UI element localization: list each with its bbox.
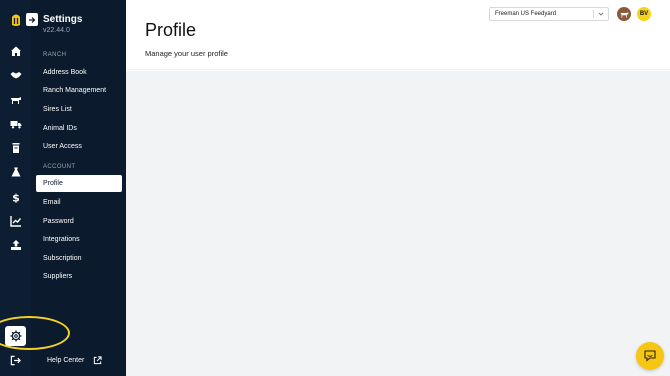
settings-button[interactable]: [5, 326, 26, 346]
gear-icon: [10, 330, 21, 342]
feed-bin-icon[interactable]: [8, 140, 23, 155]
help-center-label: Help Center: [47, 357, 85, 364]
icon-rail: $: [0, 0, 31, 376]
section-label-account: ACCOUNT: [43, 164, 76, 170]
truck-icon[interactable]: [8, 116, 23, 131]
page-subtitle: Manage your user profile: [145, 49, 228, 58]
handshake-icon[interactable]: [8, 67, 23, 82]
app-version: v22.44.0: [43, 27, 70, 34]
sidebar-title: Settings: [43, 14, 83, 25]
svg-text:$: $: [12, 191, 20, 203]
menu-item-animal-ids[interactable]: Animal IDs: [43, 125, 77, 132]
arrow-right-icon: [29, 16, 36, 23]
cattle-icon[interactable]: [8, 92, 23, 107]
feedyard-select-value: Freeman US Feedyard: [495, 11, 557, 17]
menu-item-password[interactable]: Password: [43, 218, 74, 225]
dollar-icon[interactable]: $: [8, 189, 23, 204]
bag-icon[interactable]: [8, 164, 23, 179]
menu-item-ranch-management[interactable]: Ranch Management: [43, 87, 106, 94]
menu-item-sires-list[interactable]: Sires List: [43, 106, 72, 113]
chat-icon: [644, 350, 656, 362]
home-icon[interactable]: [8, 43, 23, 58]
logo-icon: [12, 14, 20, 26]
menu-item-address-book[interactable]: Address Book: [43, 69, 87, 76]
menu-item-profile[interactable]: Profile: [36, 175, 122, 192]
content-area: [126, 71, 670, 376]
ranch-avatar[interactable]: [617, 7, 631, 21]
upload-icon[interactable]: [8, 237, 23, 252]
select-divider: [593, 10, 594, 18]
menu-item-integrations[interactable]: Integrations: [43, 236, 80, 243]
cattle-icon: [620, 11, 628, 17]
collapse-sidebar-button[interactable]: [26, 13, 38, 26]
menu-item-email[interactable]: Email: [43, 199, 61, 206]
feedyard-select[interactable]: Freeman US Feedyard: [489, 7, 609, 21]
external-link-icon: [94, 356, 102, 365]
menu-item-suppliers[interactable]: Suppliers: [43, 273, 72, 280]
section-label-ranch: RANCH: [43, 52, 67, 58]
user-avatar[interactable]: BV: [637, 7, 651, 21]
chat-support-button[interactable]: [636, 342, 664, 370]
page-title: Profile: [145, 20, 197, 40]
chart-icon[interactable]: [8, 213, 23, 228]
logout-icon[interactable]: [10, 355, 21, 366]
chevron-down-icon: [598, 12, 604, 16]
menu-item-user-access[interactable]: User Access: [43, 143, 82, 150]
menu-item-subscription[interactable]: Subscription: [43, 255, 82, 262]
help-center-link[interactable]: Help Center: [47, 356, 102, 365]
